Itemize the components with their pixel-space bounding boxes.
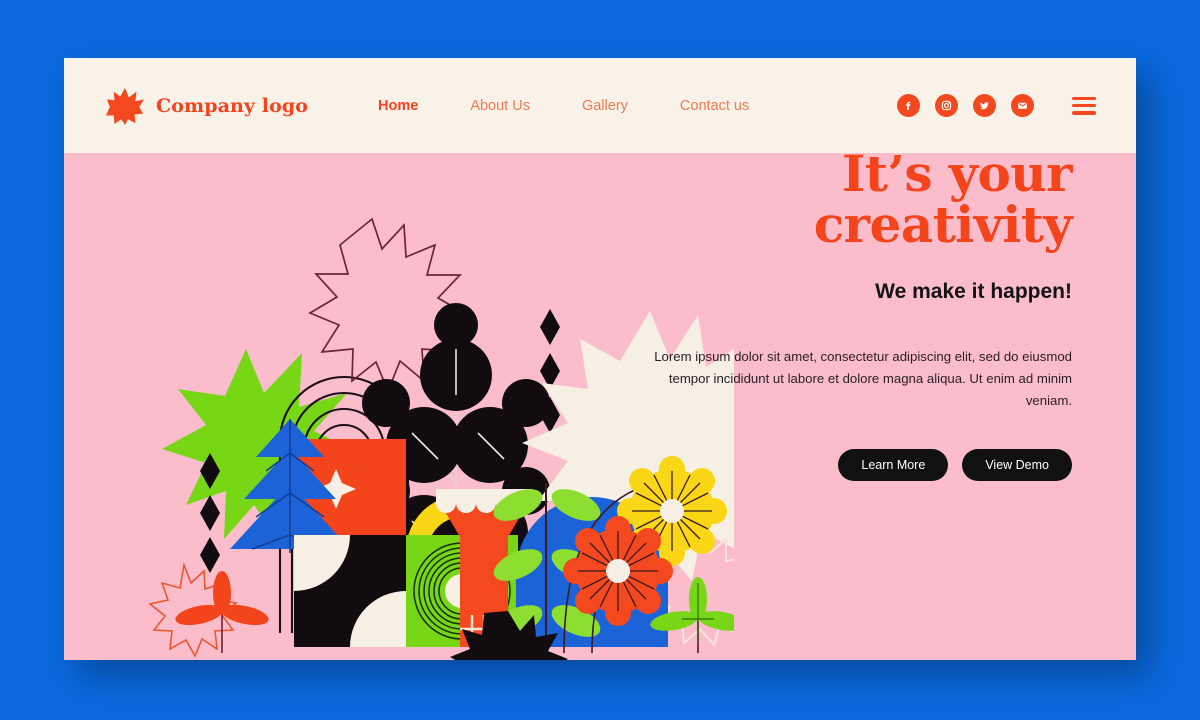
instagram-icon[interactable] (935, 94, 958, 117)
nav-item-contact-us[interactable]: Contact us (680, 98, 749, 114)
cta-button-group: Learn More View Demo (642, 449, 1072, 482)
headline-line-2: creativity (813, 195, 1073, 254)
page-title: It’s your creativity (642, 148, 1073, 250)
nav-item-about-us[interactable]: About Us (470, 98, 530, 114)
hero-subheadline: We make it happen! (875, 280, 1072, 303)
hero-copy: It’s your creativity We make it happen! … (642, 148, 1073, 482)
main-navigation: Home About Us Gallery Contact us (378, 98, 801, 114)
landing-page-card: Company logo Home About Us Gallery Conta… (64, 58, 1136, 660)
email-icon[interactable] (1011, 94, 1034, 117)
hero-illustration (94, 153, 734, 660)
social-links (882, 94, 1136, 117)
brand-logo[interactable]: Company logo (106, 87, 308, 125)
facebook-icon[interactable] (897, 94, 920, 117)
site-header: Company logo Home About Us Gallery Conta… (64, 58, 1136, 153)
learn-more-button[interactable]: Learn More (838, 449, 949, 482)
hero-body-text: Lorem ipsum dolor sit amet, consectetur … (654, 349, 1072, 408)
diamond-stack-shape (540, 309, 560, 433)
starburst-icon (106, 87, 144, 125)
orange-leaf-sprig-shape (175, 571, 269, 653)
view-demo-button[interactable]: View Demo (962, 449, 1072, 482)
orange-flower-shape (563, 516, 673, 626)
diamond-stack-left-shape (200, 453, 220, 573)
twitter-icon[interactable] (973, 94, 996, 117)
hamburger-menu-icon[interactable] (1072, 96, 1096, 115)
brand-name: Company logo (156, 94, 309, 117)
nav-item-gallery[interactable]: Gallery (582, 98, 628, 114)
nav-item-home[interactable]: Home (378, 98, 418, 114)
